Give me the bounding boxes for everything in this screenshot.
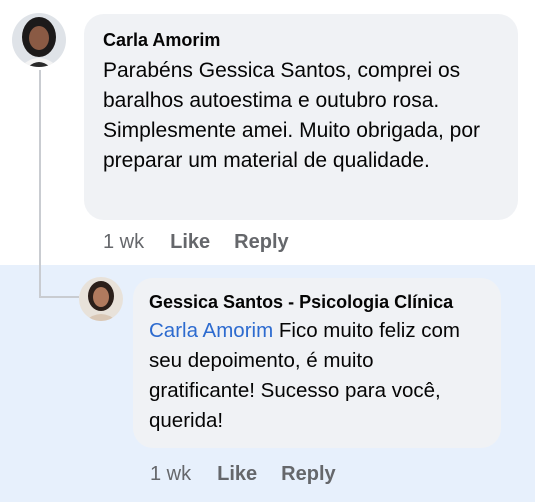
reply-timestamp[interactable]: 1 wk — [150, 463, 191, 486]
reply-author-avatar[interactable] — [79, 277, 123, 321]
reply-reply-button[interactable]: Reply — [281, 463, 335, 486]
reply-actions: 1 wk Like Reply — [150, 463, 360, 486]
comment-author-name[interactable]: Carla Amorim — [103, 28, 500, 52]
thread-connector-branch — [39, 296, 79, 298]
reply-author-name[interactable]: Gessica Santos - Psicologia Clínica — [149, 290, 485, 314]
reply-like-button[interactable]: Like — [217, 463, 257, 486]
like-button[interactable]: Like — [170, 231, 210, 254]
reply-bubble: Gessica Santos - Psicologia Clínica Carl… — [133, 278, 501, 448]
comment-text: Parabéns Gessica Santos, comprei os bara… — [103, 59, 481, 172]
thread-connector-line — [39, 70, 41, 298]
comment-timestamp[interactable]: 1 wk — [103, 231, 144, 254]
commenter-avatar[interactable] — [12, 13, 66, 67]
comment-bubble: Carla Amorim Parabéns Gessica Santos, co… — [84, 14, 518, 220]
profile-photo-icon — [79, 277, 123, 321]
comment-actions: 1 wk Like Reply — [103, 231, 313, 254]
mention-link[interactable]: Carla Amorim — [149, 319, 273, 342]
profile-photo-icon — [12, 13, 66, 67]
reply-button[interactable]: Reply — [234, 231, 288, 254]
reply-text: Carla Amorim Fico muito feliz com seu de… — [149, 316, 485, 436]
